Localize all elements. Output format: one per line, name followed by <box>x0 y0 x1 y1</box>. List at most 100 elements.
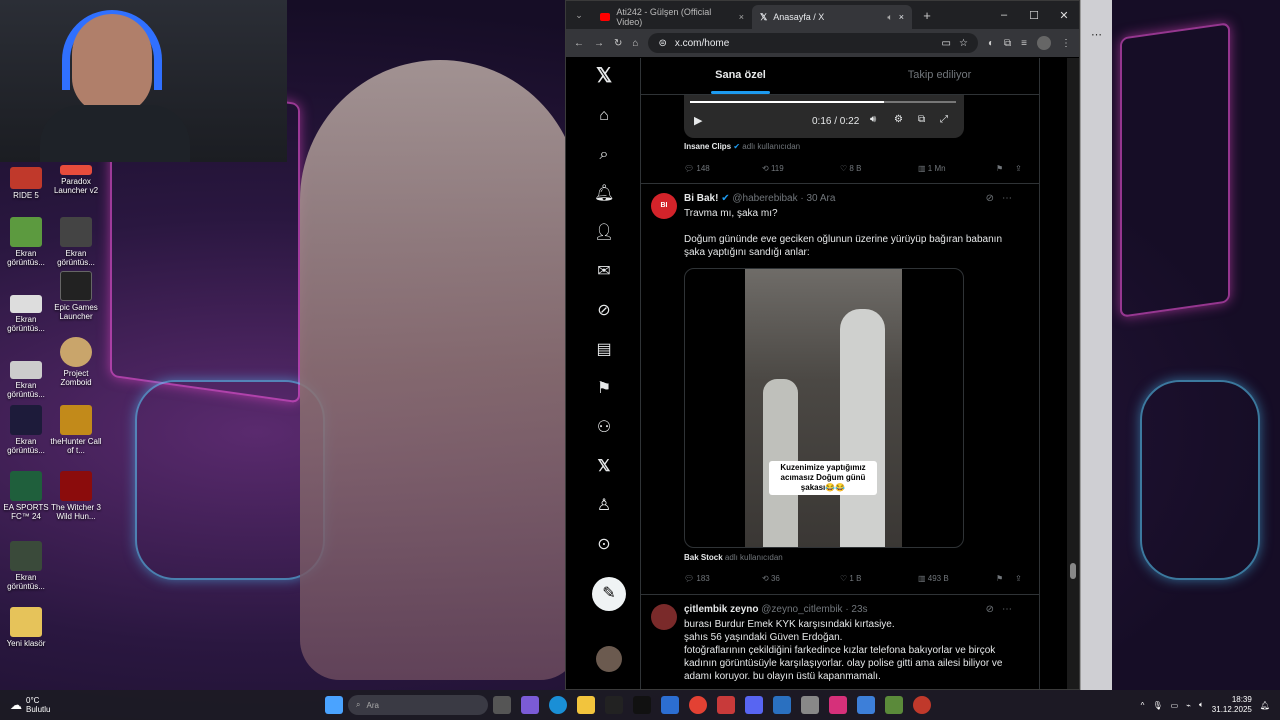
profile-icon[interactable]: ♙ <box>594 496 614 516</box>
account-avatar[interactable] <box>596 646 622 672</box>
views-button[interactable]: ▥ 493 B <box>918 574 996 583</box>
lists-icon[interactable]: ▤ <box>594 340 614 360</box>
maximize-button[interactable]: ☐ <box>1019 9 1049 22</box>
compose-post-button[interactable]: ✎ <box>592 577 626 611</box>
more-options-icon[interactable]: ⋯ <box>1002 604 1012 615</box>
avatar[interactable]: BI <box>651 193 677 219</box>
reply-button[interactable]: 💬︎ 183 <box>684 574 762 583</box>
bookmark-star-icon[interactable]: ☆ <box>959 38 968 49</box>
premium-x-icon[interactable]: 𝕏 <box>594 457 614 477</box>
menu-icon[interactable]: ⋮ <box>1061 38 1071 49</box>
desktop-icon-screenshot[interactable]: Ekran görüntüs... <box>0 217 52 267</box>
desktop-icon-witcher3[interactable]: The Witcher 3 Wild Hun... <box>50 471 102 521</box>
tab-youtube[interactable]: Ati242 - Gülşen (Official Video) × <box>592 5 752 29</box>
video-player[interactable]: ▶ 0:16 / 0:22 🔊︎ ⚙ ⧉ ⤢ <box>684 95 964 138</box>
notifications-bell-icon[interactable]: 🔔︎ <box>594 184 614 204</box>
explore-search-icon[interactable]: ⌕ <box>594 145 614 165</box>
desktop-icon-thehunter[interactable]: theHunter Call of t... <box>50 405 102 455</box>
more-icon[interactable]: ⊙ <box>594 535 614 555</box>
volume-icon[interactable]: 🔈︎ <box>1199 700 1204 710</box>
home-icon[interactable]: ⌂ <box>632 38 638 49</box>
video-progress-bar[interactable] <box>690 101 956 103</box>
grok-icon[interactable]: ⊘ <box>594 301 614 321</box>
desktop-icon-screenshot[interactable]: Ekran görüntüs... <box>0 283 52 333</box>
microphone-icon[interactable]: 🎙︎ <box>1152 701 1162 710</box>
tab-x-home[interactable]: 𝕏 Anasayfa / X 🔈︎ × <box>752 5 912 29</box>
author-name[interactable]: Bi Bak! <box>684 193 718 204</box>
share-icon[interactable]: ⇪ <box>1015 574 1022 583</box>
desktop-icon-screenshot[interactable]: Ekran görüntüs... <box>0 349 52 399</box>
obs-icon[interactable] <box>801 696 819 714</box>
start-button[interactable] <box>325 696 343 714</box>
reply-button[interactable]: 💬︎ 148 <box>684 164 762 173</box>
tab-for-you[interactable]: Sana özel <box>641 58 840 94</box>
network-icon[interactable]: ⌁ <box>1186 701 1191 710</box>
address-bar[interactable]: ⊜ x.com/home ▭ ☆ <box>648 33 978 53</box>
bookmarks-icon[interactable]: ⚑ <box>594 379 614 399</box>
more-options-icon[interactable]: ⋯ <box>1002 193 1012 204</box>
app-icon[interactable] <box>857 696 875 714</box>
extensions-icon[interactable]: ⧉ <box>1004 38 1011 49</box>
author-name[interactable]: çitlembik zeyno <box>684 604 758 615</box>
back-icon[interactable]: ← <box>574 38 584 49</box>
pip-icon[interactable]: ⧉ <box>918 114 925 125</box>
like-button[interactable]: ♡ 1 B <box>840 574 918 583</box>
repost-button[interactable]: ⟲ 119 <box>762 164 840 173</box>
views-button[interactable]: ▥ 1 Mn <box>918 164 996 173</box>
grok-icon[interactable]: ⊘ <box>986 604 994 615</box>
bookmark-icon[interactable]: ⚑ <box>996 164 1003 173</box>
task-view-icon[interactable] <box>493 696 511 714</box>
desktop-icon-screenshot[interactable]: Ekran görüntüs... <box>0 405 52 455</box>
taskbar-search[interactable]: ⌕ Ara <box>348 695 488 715</box>
cast-icon[interactable]: ▭ <box>942 38 951 49</box>
desktop-icon-screenshot[interactable]: Ekran görüntüs... <box>50 217 102 267</box>
desktop-icon-new-folder[interactable]: Yeni klasör <box>0 607 52 648</box>
desktop-icon-ea-sports-fc[interactable]: EA SPORTS FC™ 24 <box>0 471 52 521</box>
follow-people-icon[interactable]: 👤︎ <box>594 223 614 243</box>
tab-search-icon[interactable]: ⌄ <box>566 10 592 21</box>
desktop-icon-ride5[interactable]: RIDE 5 <box>0 167 52 200</box>
desktop-icon-paradox[interactable]: Paradox Launcher v2 <box>50 165 102 195</box>
site-info-icon[interactable]: ⊜ <box>658 38 666 49</box>
side-panel-menu-icon[interactable]: ⋯ <box>1091 28 1102 41</box>
post-media-video[interactable]: Kuzenimize yaptığımız acımasız Doğum gün… <box>684 268 964 548</box>
volume-icon[interactable]: 🔊︎ <box>870 114 876 125</box>
minecraft-icon[interactable] <box>885 696 903 714</box>
source-name[interactable]: Insane Clips <box>684 142 731 151</box>
desktop-icon-screenshot[interactable]: Ekran görüntüs... <box>0 541 52 591</box>
clock[interactable]: 18:39 31.12.2025 <box>1212 695 1252 715</box>
forward-icon[interactable]: → <box>594 38 604 49</box>
avatar[interactable] <box>651 604 677 630</box>
messages-icon[interactable]: ✉ <box>594 262 614 282</box>
page-scrollbar[interactable] <box>1067 58 1079 689</box>
instagram-icon[interactable] <box>829 696 847 714</box>
x-logo-icon[interactable]: 𝕏 <box>594 66 614 86</box>
copilot-icon[interactable] <box>521 696 539 714</box>
chrome-icon[interactable] <box>689 696 707 714</box>
author-handle[interactable]: @zeyno_citlembik · 23s <box>761 604 867 615</box>
display-icon[interactable]: ▭ <box>1171 701 1179 710</box>
tab-following[interactable]: Takip ediliyor <box>840 58 1039 94</box>
tab-close-icon[interactable]: × <box>899 12 904 22</box>
app-icon[interactable] <box>913 696 931 714</box>
notifications-icon[interactable]: 🔔︎ <box>1260 701 1270 710</box>
tab-close-icon[interactable]: × <box>739 12 744 22</box>
reload-icon[interactable]: ↻ <box>614 38 622 49</box>
chevron-up-icon[interactable]: ^ <box>1141 701 1145 710</box>
minimize-button[interactable]: – <box>989 9 1019 22</box>
home-icon[interactable]: ⌂ <box>594 106 614 126</box>
speaker-icon[interactable]: 🔈︎ <box>887 12 892 23</box>
mail-icon[interactable] <box>661 696 679 714</box>
new-tab-button[interactable]: + <box>912 8 942 23</box>
like-button[interactable]: ♡ 8 B <box>840 164 918 173</box>
communities-icon[interactable]: ⚇ <box>594 418 614 438</box>
desktop-icon-epic-games[interactable]: Epic Games Launcher <box>50 271 102 321</box>
settings-gear-icon[interactable]: ⚙ <box>894 114 903 125</box>
extension-icon[interactable]: ◐ <box>988 38 994 49</box>
fullscreen-icon[interactable]: ⤢ <box>940 114 948 125</box>
bookmark-icon[interactable]: ⚑ <box>996 574 1003 583</box>
close-window-button[interactable]: ✕ <box>1049 9 1079 22</box>
grok-icon[interactable]: ⊘ <box>986 193 994 204</box>
discord-icon[interactable] <box>745 696 763 714</box>
repost-button[interactable]: ⟲ 36 <box>762 574 840 583</box>
